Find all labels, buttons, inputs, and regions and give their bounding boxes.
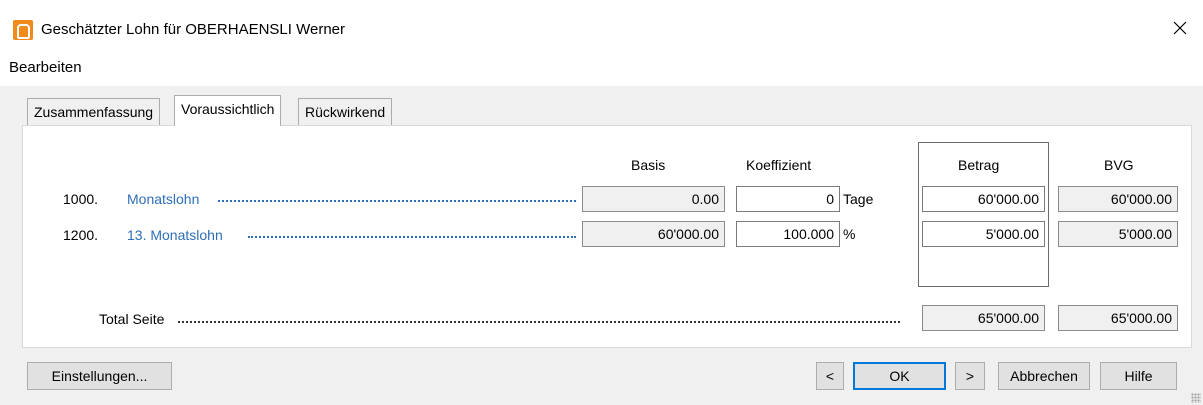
prev-button[interactable]: <: [816, 362, 844, 390]
menu-bar: Bearbeiten: [0, 50, 1203, 86]
unit-label: %: [843, 226, 856, 242]
bvg-field: 60'000.00: [1058, 186, 1178, 212]
close-icon: [1173, 21, 1187, 35]
basis-field: 60'000.00: [582, 221, 725, 247]
tab-zusammenfassung[interactable]: Zusammenfassung: [27, 98, 161, 125]
row-code: 1200.: [63, 227, 99, 243]
betrag-input[interactable]: 5'000.00: [922, 221, 1045, 247]
close-button[interactable]: [1157, 12, 1203, 44]
leader-dots: [248, 236, 576, 238]
betrag-input[interactable]: 60'000.00: [922, 186, 1045, 212]
cancel-button[interactable]: Abbrechen: [998, 362, 1090, 390]
resize-grip-icon[interactable]: [1191, 393, 1201, 403]
koeffizient-input[interactable]: 100.000: [736, 221, 840, 247]
tab-voraussichtlich[interactable]: Voraussichtlich: [174, 95, 282, 126]
app-logo-icon: [13, 20, 33, 40]
next-button[interactable]: >: [955, 362, 985, 390]
window-title: Geschätzter Lohn für OBERHAENSLI Werner: [41, 21, 346, 38]
row-name-link[interactable]: Monatslohn: [127, 189, 199, 209]
header-koeffizient: Koeffizient: [746, 157, 812, 173]
ok-button[interactable]: OK: [853, 362, 946, 390]
help-button[interactable]: Hilfe: [1100, 362, 1177, 390]
menu-bearbeiten[interactable]: Bearbeiten: [9, 58, 82, 78]
total-betrag-field: 65'000.00: [922, 305, 1045, 331]
header-bvg: BVG: [1104, 157, 1134, 173]
unit-label: Tage: [843, 191, 874, 207]
title-bar: Geschätzter Lohn für OBERHAENSLI Werner: [0, 0, 1203, 50]
leader-dots: [218, 200, 576, 202]
koeffizient-input[interactable]: 0: [736, 186, 840, 212]
settings-button[interactable]: Einstellungen...: [27, 362, 172, 390]
basis-field: 0.00: [582, 186, 725, 212]
total-label: Total Seite: [99, 311, 165, 327]
header-basis: Basis: [631, 157, 666, 173]
header-betrag: Betrag: [958, 157, 1000, 173]
row-code: 1000.: [63, 191, 99, 207]
leader-dots: [178, 321, 900, 323]
row-name-link[interactable]: 13. Monatslohn: [127, 225, 223, 245]
tab-rueckwirkend[interactable]: Rückwirkend: [298, 98, 393, 125]
total-bvg-field: 65'000.00: [1058, 305, 1178, 331]
bvg-field: 5'000.00: [1058, 221, 1178, 247]
